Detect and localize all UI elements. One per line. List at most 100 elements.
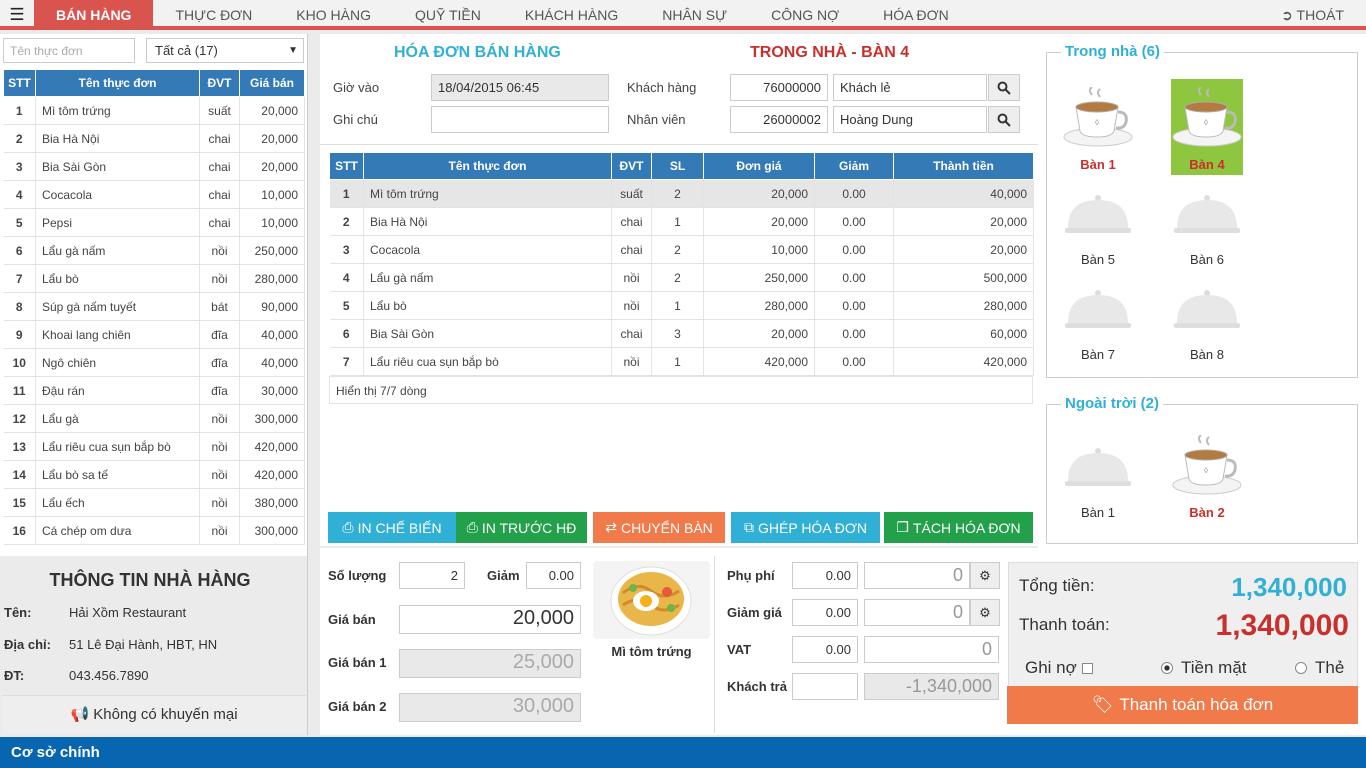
menu-cell-price: 20,000 [239, 124, 305, 153]
tab-hoa-don[interactable]: HÓA ĐƠN [861, 0, 971, 30]
price-field[interactable]: 20,000 [399, 605, 581, 634]
tab-khach-hang[interactable]: KHÁCH HÀNG [503, 0, 640, 30]
debt-option[interactable]: Ghi nợ [1025, 658, 1093, 678]
note-field[interactable] [431, 106, 609, 133]
menu-cell-unit: đĩa [199, 320, 240, 349]
tab-quy-tien[interactable]: QUỸ TIỀN [393, 0, 503, 30]
menu-row[interactable]: 2 Bia Hà Nội chai 20,000 [3, 124, 305, 153]
menu-row[interactable]: 11 Đậu rán đĩa 30,000 [3, 376, 305, 405]
menu-filter-select[interactable]: Tất cả (17) ▼ [146, 38, 304, 63]
order-cell-name: Lẩu riêu cua sụn bắp bò [363, 347, 612, 376]
menu-cell-name: Lẩu ếch [35, 488, 200, 517]
order-cell-price: 280,000 [703, 291, 815, 320]
discount-settings-button[interactable]: ⚙ [970, 599, 1000, 626]
table-indoor-3[interactable]: Bàn 5 [1062, 174, 1134, 270]
name-label: Tên: [4, 605, 32, 620]
discount-amount-field[interactable]: 0 [864, 599, 970, 626]
promotion-button[interactable]: 📢 Không có khuyến mại [2, 695, 306, 733]
order-cell-qty: 1 [651, 291, 704, 320]
vat-amount-field[interactable]: 0 [864, 636, 999, 663]
table-indoor-1[interactable]: ◊ Bàn 1 [1062, 79, 1134, 175]
order-row[interactable]: 7 Lẩu riêu cua sụn bắp bò nồi 1 420,000 0.00 4… [329, 347, 1034, 376]
menu-row[interactable]: 8 Súp gà nấm tuyết bát 90,000 [3, 292, 305, 321]
action-button-2[interactable]: ⎙ IN TRƯỚC HĐ [456, 512, 587, 543]
action-button-label: IN CHẾ BIẾN [357, 519, 442, 536]
hamburger-icon[interactable]: ☰ [0, 0, 34, 30]
menu-search-input[interactable] [3, 38, 135, 63]
table-label: Bàn 1 [1080, 157, 1116, 172]
menu-cell-price: 280,000 [239, 264, 305, 293]
menu-cell-unit: nồi [199, 460, 240, 489]
table-indoor-5[interactable]: Bàn 7 [1062, 269, 1134, 365]
order-row[interactable]: 5 Lẩu bò nồi 1 280,000 0.00 280,000 [329, 291, 1034, 320]
paid-field[interactable] [792, 673, 858, 700]
menu-row[interactable]: 6 Lẩu gà nấm nồi 250,000 [3, 236, 305, 265]
menu-row[interactable]: 7 Lẩu bò nồi 280,000 [3, 264, 305, 293]
phone-label: ĐT: [4, 668, 25, 683]
pay-invoice-button[interactable]: 🏷 Thanh toán hóa đơn [1007, 686, 1358, 724]
action-button-3[interactable]: ⇄ CHUYỂN BÀN [593, 512, 725, 543]
action-button-4[interactable]: ⧉ GHÉP HÓA ĐƠN [731, 512, 880, 543]
card-radio[interactable] [1295, 662, 1307, 674]
menu-row[interactable]: 9 Khoai lang chiên đĩa 40,000 [3, 320, 305, 349]
menu-row[interactable]: 14 Lẩu bò sa tế nồi 420,000 [3, 460, 305, 489]
cash-option[interactable]: Tiền mặt [1161, 658, 1247, 678]
menu-cell-price: 300,000 [239, 404, 305, 433]
menu-row[interactable]: 15 Lẩu ếch nồi 380,000 [3, 488, 305, 517]
menu-row[interactable]: 12 Lẩu gà nồi 300,000 [3, 404, 305, 433]
menu-row[interactable]: 1 Mì tôm trứng suất 20,000 [3, 96, 305, 125]
menu-row[interactable]: 3 Bia Sài Gòn chai 20,000 [3, 152, 305, 181]
table-outdoor-2[interactable]: ◊ Bàn 2 [1171, 427, 1243, 523]
table-outdoor-1[interactable]: Bàn 1 [1062, 427, 1134, 523]
order-cell-total: 20,000 [893, 207, 1034, 236]
order-row[interactable]: 4 Lẩu gà nấm nồi 2 250,000 0.00 500,000 [329, 263, 1034, 292]
tab-ban-hang[interactable]: BÁN HÀNG [34, 0, 154, 30]
tab-nhan-su[interactable]: NHÂN SỰ [640, 0, 749, 30]
menu-cell-stt: 6 [3, 236, 36, 265]
order-cell-price: 10,000 [703, 235, 815, 264]
staff-search-button[interactable] [988, 106, 1020, 133]
order-row[interactable]: 3 Cocacola chai 2 10,000 0.00 20,000 [329, 235, 1034, 264]
menu-row[interactable]: 4 Cocacola chai 10,000 [3, 180, 305, 209]
order-col-total: Thành tiền [893, 152, 1034, 180]
order-row[interactable]: 1 Mì tôm trứng suất 2 20,000 0.00 40,000 [329, 179, 1034, 208]
table-indoor-2[interactable]: ◊ Bàn 4 [1171, 79, 1243, 175]
menu-col-price: Giá bán [239, 69, 305, 97]
debt-checkbox[interactable] [1081, 662, 1093, 674]
discount-pct-field[interactable]: 0.00 [792, 599, 858, 626]
print-icon: ⎙ [466, 519, 478, 535]
menu-cell-stt: 13 [3, 432, 36, 461]
menu-cell-stt: 16 [3, 516, 36, 545]
menu-cell-name: Khoai lang chiên [35, 320, 200, 349]
time-in-label: Giờ vào [333, 80, 380, 95]
card-option[interactable]: Thẻ [1295, 658, 1344, 678]
item-discount-field[interactable]: 0.00 [526, 562, 581, 589]
surcharge-settings-button[interactable]: ⚙ [970, 562, 1000, 589]
action-button-5[interactable]: ❐ TÁCH HÓA ĐƠN [884, 512, 1033, 543]
action-button-1[interactable]: ⎙ IN CHẾ BIẾN [328, 512, 456, 543]
staff-name-field[interactable]: Hoàng Dung [833, 106, 987, 133]
logout-button[interactable]: ➲ THOÁT [1281, 0, 1344, 30]
swap-icon: ⇄ [605, 519, 617, 535]
table-indoor-4[interactable]: Bàn 6 [1171, 174, 1243, 270]
vat-pct-field[interactable]: 0.00 [792, 636, 858, 663]
tab-kho-hang[interactable]: KHO HÀNG [274, 0, 393, 30]
order-cell-qty: 2 [651, 263, 704, 292]
tab-thuc-don[interactable]: THỰC ĐƠN [153, 0, 274, 30]
surcharge-amount-field[interactable]: 0 [864, 562, 970, 589]
menu-row[interactable]: 16 Cá chép om dưa nồi 300,000 [3, 516, 305, 545]
order-row[interactable]: 2 Bia Hà Nội chai 1 20,000 0.00 20,000 [329, 207, 1034, 236]
qty-field[interactable]: 2 [399, 562, 465, 589]
table-indoor-6[interactable]: Bàn 8 [1171, 269, 1243, 365]
customer-search-button[interactable] [988, 74, 1020, 101]
tab-cong-no[interactable]: CÔNG NỢ [749, 0, 861, 30]
customer-name-field[interactable]: Khách lẻ [833, 74, 987, 101]
customer-code-field[interactable]: 76000000 [730, 74, 828, 101]
surcharge-pct-field[interactable]: 0.00 [792, 562, 858, 589]
menu-row[interactable]: 10 Ngô chiên đĩa 40,000 [3, 348, 305, 377]
staff-code-field[interactable]: 26000002 [730, 106, 828, 133]
order-row[interactable]: 6 Bia Sài Gòn chai 3 20,000 0.00 60,000 [329, 319, 1034, 348]
menu-row[interactable]: 13 Lẩu riêu cua sụn bắp bò nồi 420,000 [3, 432, 305, 461]
cash-radio[interactable] [1161, 662, 1173, 674]
menu-row[interactable]: 5 Pepsi chai 10,000 [3, 208, 305, 237]
